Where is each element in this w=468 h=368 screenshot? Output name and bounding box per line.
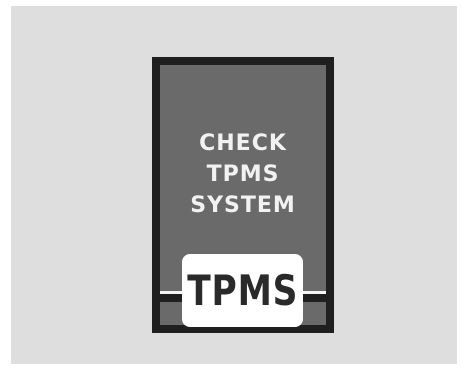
screen: CHECK TPMS SYSTEM TPMS: [0, 0, 468, 368]
tpms-indicator-label: TPMS: [186, 265, 299, 315]
indicator-overlay: TPMS: [152, 57, 334, 333]
tpms-indicator-badge: TPMS: [182, 254, 303, 327]
